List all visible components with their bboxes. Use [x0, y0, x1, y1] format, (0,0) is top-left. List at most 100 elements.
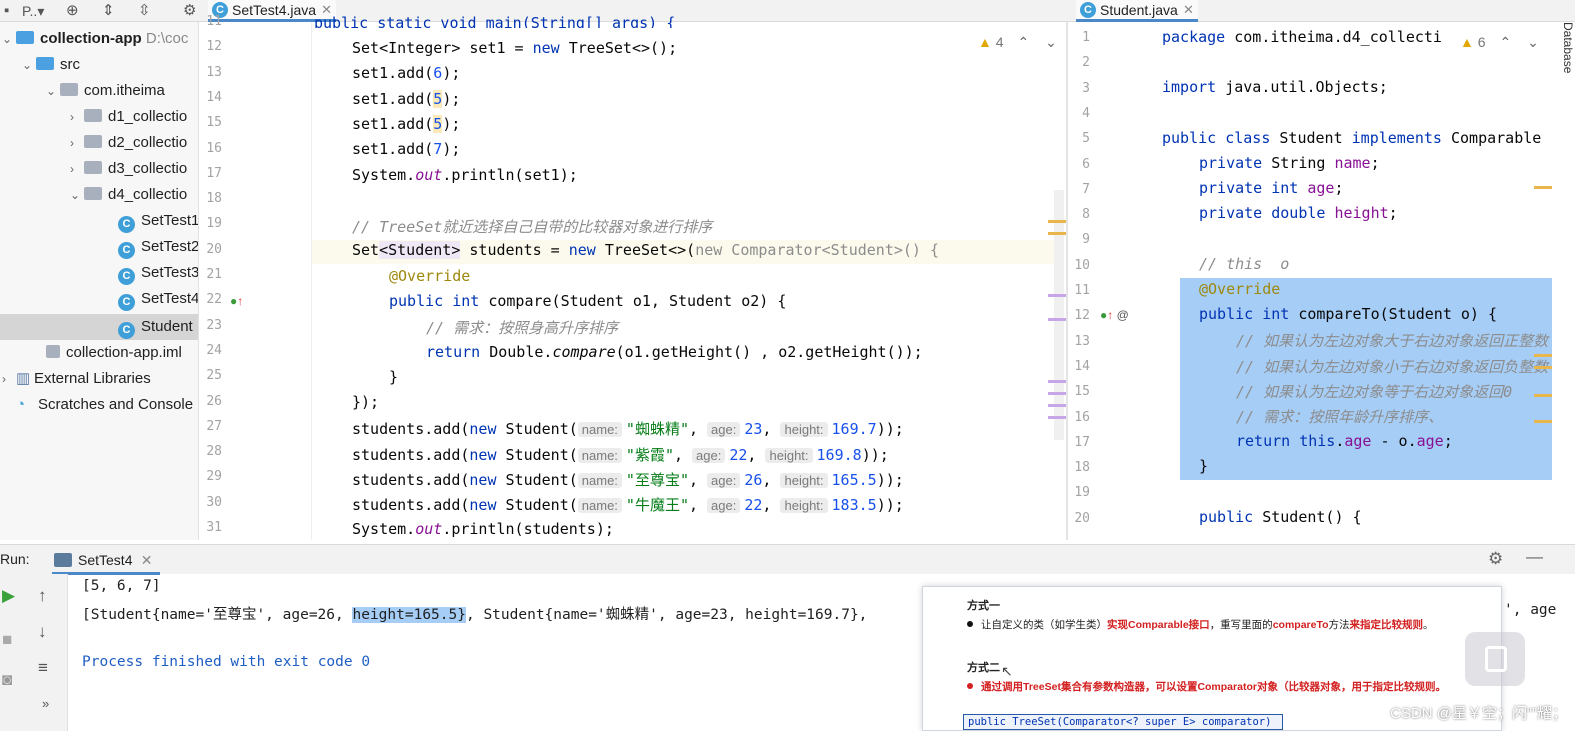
project-folder-icon[interactable]: ▪ [4, 1, 9, 21]
r-code-line-11[interactable]: @Override [1199, 280, 1280, 298]
tree-label: SetTest2 [141, 238, 199, 255]
project-view-dropdown[interactable]: P..▾ [22, 1, 44, 21]
r-code-line-16[interactable]: // 需求：按照年龄升序排序、 [1236, 406, 1443, 427]
top-toolbar: ▪ P..▾ ⊕ ⇕ ⇳ ⚙ C SetTest4.java ✕ C Stude… [0, 0, 1575, 22]
line-number: 18 [1074, 460, 1090, 476]
console-output[interactable]: [5, 6, 7] [Student{name='至尊宝', age=26, h… [82, 576, 867, 670]
chevron-up-icon[interactable]: ⌃ [1499, 34, 1511, 50]
tree-item-iml[interactable]: collection-app.iml [46, 340, 182, 366]
code-line-20[interactable]: Set<Student> students = new TreeSet<>(ne… [352, 241, 939, 259]
video-play-button[interactable] [1465, 632, 1525, 686]
r-code-line-15[interactable]: // 如果认为左边对象等于右边对象返回0 [1236, 381, 1512, 402]
code-line-22[interactable]: public int compare(Student o1, Student o… [389, 292, 786, 310]
code-line-12[interactable]: Set<Integer> set1 = new TreeSet<>(); [352, 39, 677, 57]
code-line-17[interactable]: System.out.println(set1); [352, 166, 578, 184]
tree-item-class-selected[interactable]: C Student [0, 314, 198, 340]
code-line-27[interactable]: students.add(new Student(name: "蜘蛛精", age… [352, 418, 904, 439]
scroll-down-arrow-icon[interactable]: ↓ [38, 622, 47, 642]
r-code-line-6[interactable]: private String name; [1199, 154, 1380, 172]
locate-icon[interactable]: ⊕ [66, 1, 79, 21]
code-line-31[interactable]: System.out.println(students); [352, 520, 614, 540]
line-number: 19 [206, 216, 222, 232]
expand-all-icon[interactable]: ⇕ [102, 1, 115, 21]
r-code-line-12[interactable]: public int compareTo(Student o) { [1199, 305, 1497, 323]
tree-item-package[interactable]: › d1_collectio [70, 104, 187, 130]
right-warning-indicator[interactable]: ▲ 6 ⌃ ⌄ [1460, 34, 1539, 51]
database-side-tab[interactable]: Database [1557, 22, 1575, 132]
tree-item-class[interactable]: C SetTest3 [118, 260, 198, 286]
r-code-line-5[interactable]: public class Student implements Comparab… [1162, 129, 1552, 147]
line-number: 11 [1074, 283, 1090, 298]
code-line-25[interactable]: } [389, 368, 398, 386]
java-class-icon: C [118, 242, 135, 259]
line-number: 9 [1082, 232, 1090, 248]
tree-item-scratches[interactable]: ◔ Scratches and Console [16, 392, 193, 418]
scroll-marker [1048, 220, 1066, 223]
r-code-line-17[interactable]: return this.age - o.age; [1236, 432, 1453, 450]
tree-item-external-libraries[interactable]: › ▥ External Libraries [2, 366, 151, 392]
code-line-13[interactable]: set1.add(6); [352, 64, 460, 82]
r-code-line-8[interactable]: private double height; [1199, 204, 1398, 222]
left-warning-indicator[interactable]: ▲ 4 ⌃ ⌄ [978, 34, 1057, 51]
chevron-down-icon[interactable]: ⌄ [1527, 34, 1539, 50]
tree-item-module[interactable]: ⌄ collection-app D:\coc [2, 26, 188, 52]
r-code-line-18[interactable]: } [1199, 457, 1208, 475]
collapse-all-icon[interactable]: ⇳ [138, 1, 151, 21]
scroll-up-arrow-icon[interactable]: ↑ [38, 586, 47, 606]
run-tab-settest4[interactable]: SetTest4 ✕ [52, 545, 161, 575]
override-gutter-icon[interactable]: ●↑ [230, 294, 243, 308]
tab-student[interactable]: C Student.java ✕ [1076, 0, 1198, 22]
play-icon [1485, 646, 1507, 672]
code-line-15[interactable]: set1.add(5); [352, 115, 460, 133]
tree-item-src[interactable]: ⌄ src [22, 52, 80, 78]
r-code-line-7[interactable]: private int age; [1199, 179, 1344, 197]
stop-icon[interactable]: ■ [2, 630, 12, 650]
line-number: 13 [206, 64, 222, 80]
tree-item-class[interactable]: C SetTest1 [118, 208, 199, 234]
scroll-marker [1048, 416, 1066, 419]
r-code-line-13[interactable]: // 如果认为左边对象大于右边对象返回正整数 [1236, 330, 1552, 351]
line-number: 14 [1074, 358, 1090, 374]
close-icon[interactable]: ✕ [141, 545, 153, 575]
gear-icon[interactable]: ⚙ [183, 1, 196, 21]
tree-item-class[interactable]: C SetTest2 [118, 234, 199, 260]
rerun-play-icon[interactable]: ▶ [2, 586, 15, 606]
code-line-21[interactable]: @Override [389, 267, 470, 285]
line-number: 21 [206, 267, 222, 282]
console-line: [Student{name='至尊宝', age=26, height=165.… [82, 607, 868, 623]
scroll-marker [1534, 420, 1552, 423]
code-line-26[interactable]: }); [352, 393, 379, 411]
tree-item-package[interactable]: ⌄ d4_collectio [70, 182, 187, 208]
tree-item-package[interactable]: ⌄ com.itheima [46, 78, 165, 104]
r-code-line-1[interactable]: package com.itheima.d4_collecti [1162, 28, 1442, 46]
minimize-icon[interactable]: — [1526, 547, 1543, 567]
tree-item-package[interactable]: › d3_collectio [70, 156, 187, 182]
left-editor-scrollbar[interactable] [1054, 190, 1064, 440]
code-line-23[interactable]: // 需求：按照身高升序排序 [426, 317, 618, 338]
code-line-16[interactable]: set1.add(7); [352, 140, 460, 158]
code-line-28[interactable]: students.add(new Student(name: "紫霞", age:… [352, 444, 889, 465]
chevron-up-icon[interactable]: ⌃ [1017, 34, 1029, 50]
tree-label: Scratches and Console [38, 396, 194, 413]
r-code-line-3[interactable]: import java.util.Objects; [1162, 78, 1388, 96]
implements-gutter-icon[interactable]: ●↑ @ [1100, 308, 1129, 322]
code-line-24[interactable]: return Double.compare(o1.getHeight() , o… [426, 343, 923, 361]
close-icon[interactable]: ✕ [1183, 0, 1194, 20]
tree-label: d3_collectio [108, 160, 188, 177]
r-code-line-14[interactable]: // 如果认为左边对象小于右边对象返回负整数 [1236, 356, 1552, 377]
chevron-down-icon[interactable]: ⌄ [1045, 34, 1057, 50]
r-code-line-10[interactable]: // this o [1199, 255, 1289, 273]
code-line-30[interactable]: students.add(new Student(name: "牛魔王", age… [352, 494, 904, 515]
code-line-11[interactable]: public static void main(String[] args) { [314, 14, 675, 28]
tree-item-class[interactable]: C SetTest4 [118, 286, 198, 312]
more-chevron-icon[interactable]: » [42, 696, 49, 711]
code-line-19[interactable]: // TreeSet就近选择自己自带的比较器对象进行排序 [352, 216, 712, 237]
code-line-29[interactable]: students.add(new Student(name: "至尊宝", age… [352, 469, 904, 490]
tree-label: SetTest1 [141, 212, 199, 229]
code-line-14[interactable]: set1.add(5); [352, 90, 460, 108]
tree-item-package[interactable]: › d2_collectio [70, 130, 187, 156]
camera-icon[interactable]: ◙ [2, 670, 12, 690]
soft-wrap-icon[interactable]: ≡ [38, 658, 48, 678]
settings-gear-icon[interactable]: ⚙ [1488, 549, 1503, 569]
r-code-line-20[interactable]: public Student() { [1199, 508, 1362, 526]
